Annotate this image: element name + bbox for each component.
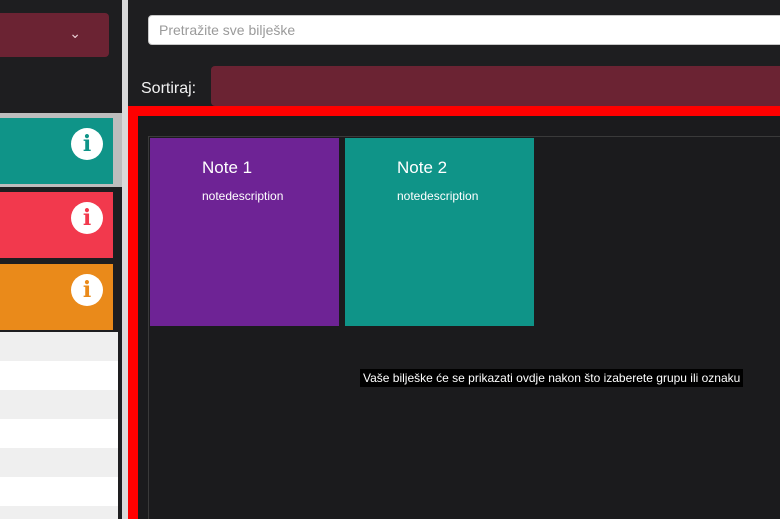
search-input[interactable]	[148, 15, 780, 45]
list-item[interactable]	[0, 448, 118, 477]
chevron-down-icon: ⌄	[69, 25, 81, 41]
sort-select[interactable]	[211, 66, 780, 106]
list-item[interactable]	[0, 390, 118, 419]
app-window: ⌄ i i i Sortiraj: Note 1 notedescription…	[0, 0, 780, 519]
note-tile[interactable]: Note 1 notedescription	[150, 138, 339, 326]
note-description: notedescription	[397, 189, 479, 203]
tag-item[interactable]: i	[0, 118, 113, 184]
info-icon[interactable]: i	[71, 128, 103, 160]
list-item[interactable]	[0, 477, 118, 506]
tag-item[interactable]: i	[0, 264, 113, 330]
sort-label: Sortiraj:	[141, 80, 197, 97]
note-tile[interactable]: Note 2 notedescription	[345, 138, 534, 326]
empty-state-message: Vaše bilješke će se prikazati ovdje nako…	[360, 369, 744, 387]
note-title: Note 1	[202, 158, 253, 177]
list-item[interactable]	[0, 419, 118, 448]
left-panel: ⌄ i i i	[0, 0, 122, 519]
list-item[interactable]	[0, 361, 118, 390]
info-icon[interactable]: i	[71, 274, 103, 306]
list-item[interactable]	[0, 332, 118, 361]
note-title: Note 2	[397, 158, 448, 177]
info-icon[interactable]: i	[71, 202, 103, 234]
list-item[interactable]	[0, 506, 118, 519]
note-description: notedescription	[202, 189, 284, 203]
group-select[interactable]: ⌄	[0, 13, 109, 57]
tag-item[interactable]: i	[0, 192, 113, 258]
